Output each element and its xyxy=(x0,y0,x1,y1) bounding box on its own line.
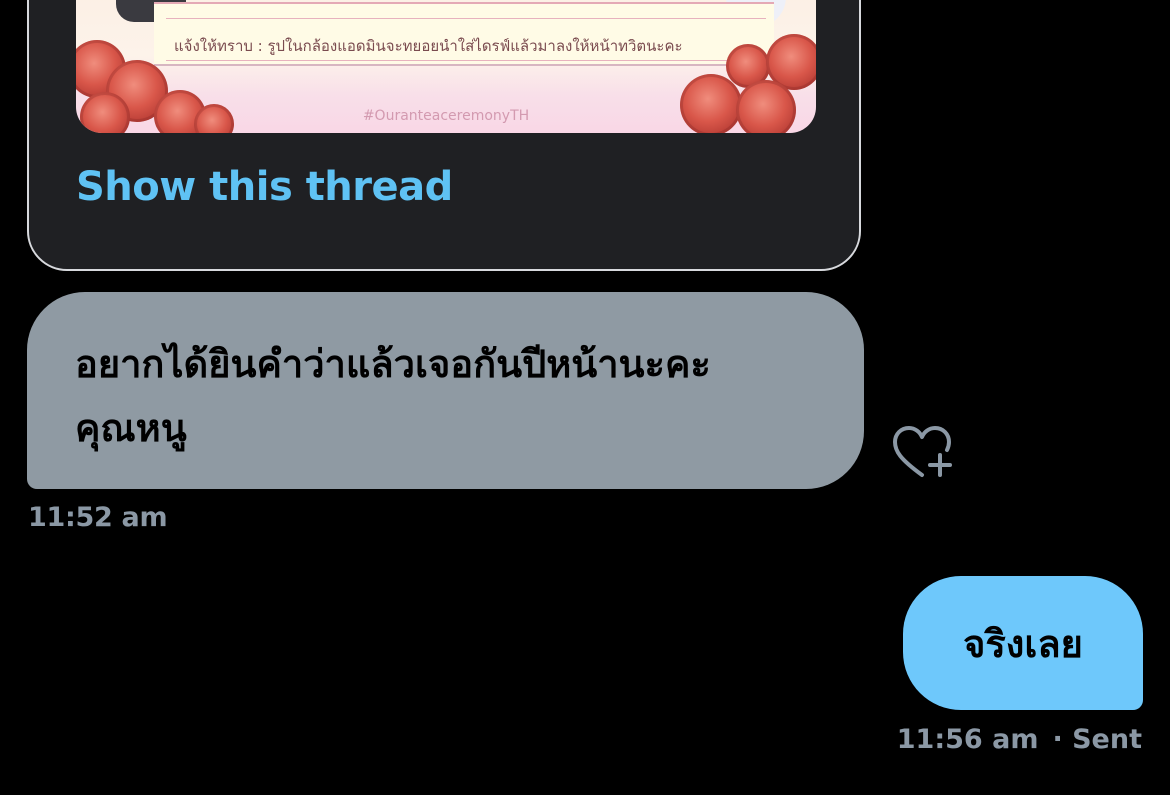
heart-plus-icon xyxy=(893,426,952,477)
show-thread-link[interactable]: Show this thread xyxy=(76,164,453,210)
add-reaction-button[interactable] xyxy=(892,425,956,481)
sent-message-timestamp: 11:56 am xyxy=(896,724,1039,755)
sent-message-meta: 11:56 am · Sent xyxy=(897,724,1142,755)
notice-line-bottom xyxy=(166,60,766,61)
shared-tweet-card[interactable]: แจ้งให้ทราบ : รูปในกล้องแอดมินจะทยอยนำใส… xyxy=(27,0,861,271)
rose-decoration xyxy=(736,80,796,133)
sent-status: · Sent xyxy=(1052,724,1142,755)
tweet-image[interactable]: แจ้งให้ทราบ : รูปในกล้องแอดมินจะทยอยนำใส… xyxy=(76,0,816,133)
received-message-bubble[interactable]: อยากได้ยินคำว่าแล้วเจอกันปีหน้านะคะคุณหน… xyxy=(27,292,864,489)
rose-decoration xyxy=(680,74,742,133)
received-message-timestamp: 11:52 am xyxy=(28,502,168,533)
image-notice-text: แจ้งให้ทราบ : รูปในกล้องแอดมินจะทยอยนำใส… xyxy=(174,37,683,55)
sent-message-text: จริงเลย xyxy=(963,621,1083,666)
dm-conversation: แจ้งให้ทราบ : รูปในกล้องแอดมินจะทยอยนำใส… xyxy=(0,0,1170,795)
notice-line-top xyxy=(166,18,766,19)
received-message-text: อยากได้ยินคำว่าแล้วเจอกันปีหน้านะคะคุณหน… xyxy=(75,342,711,450)
sent-message-bubble[interactable]: จริงเลย xyxy=(903,576,1143,710)
